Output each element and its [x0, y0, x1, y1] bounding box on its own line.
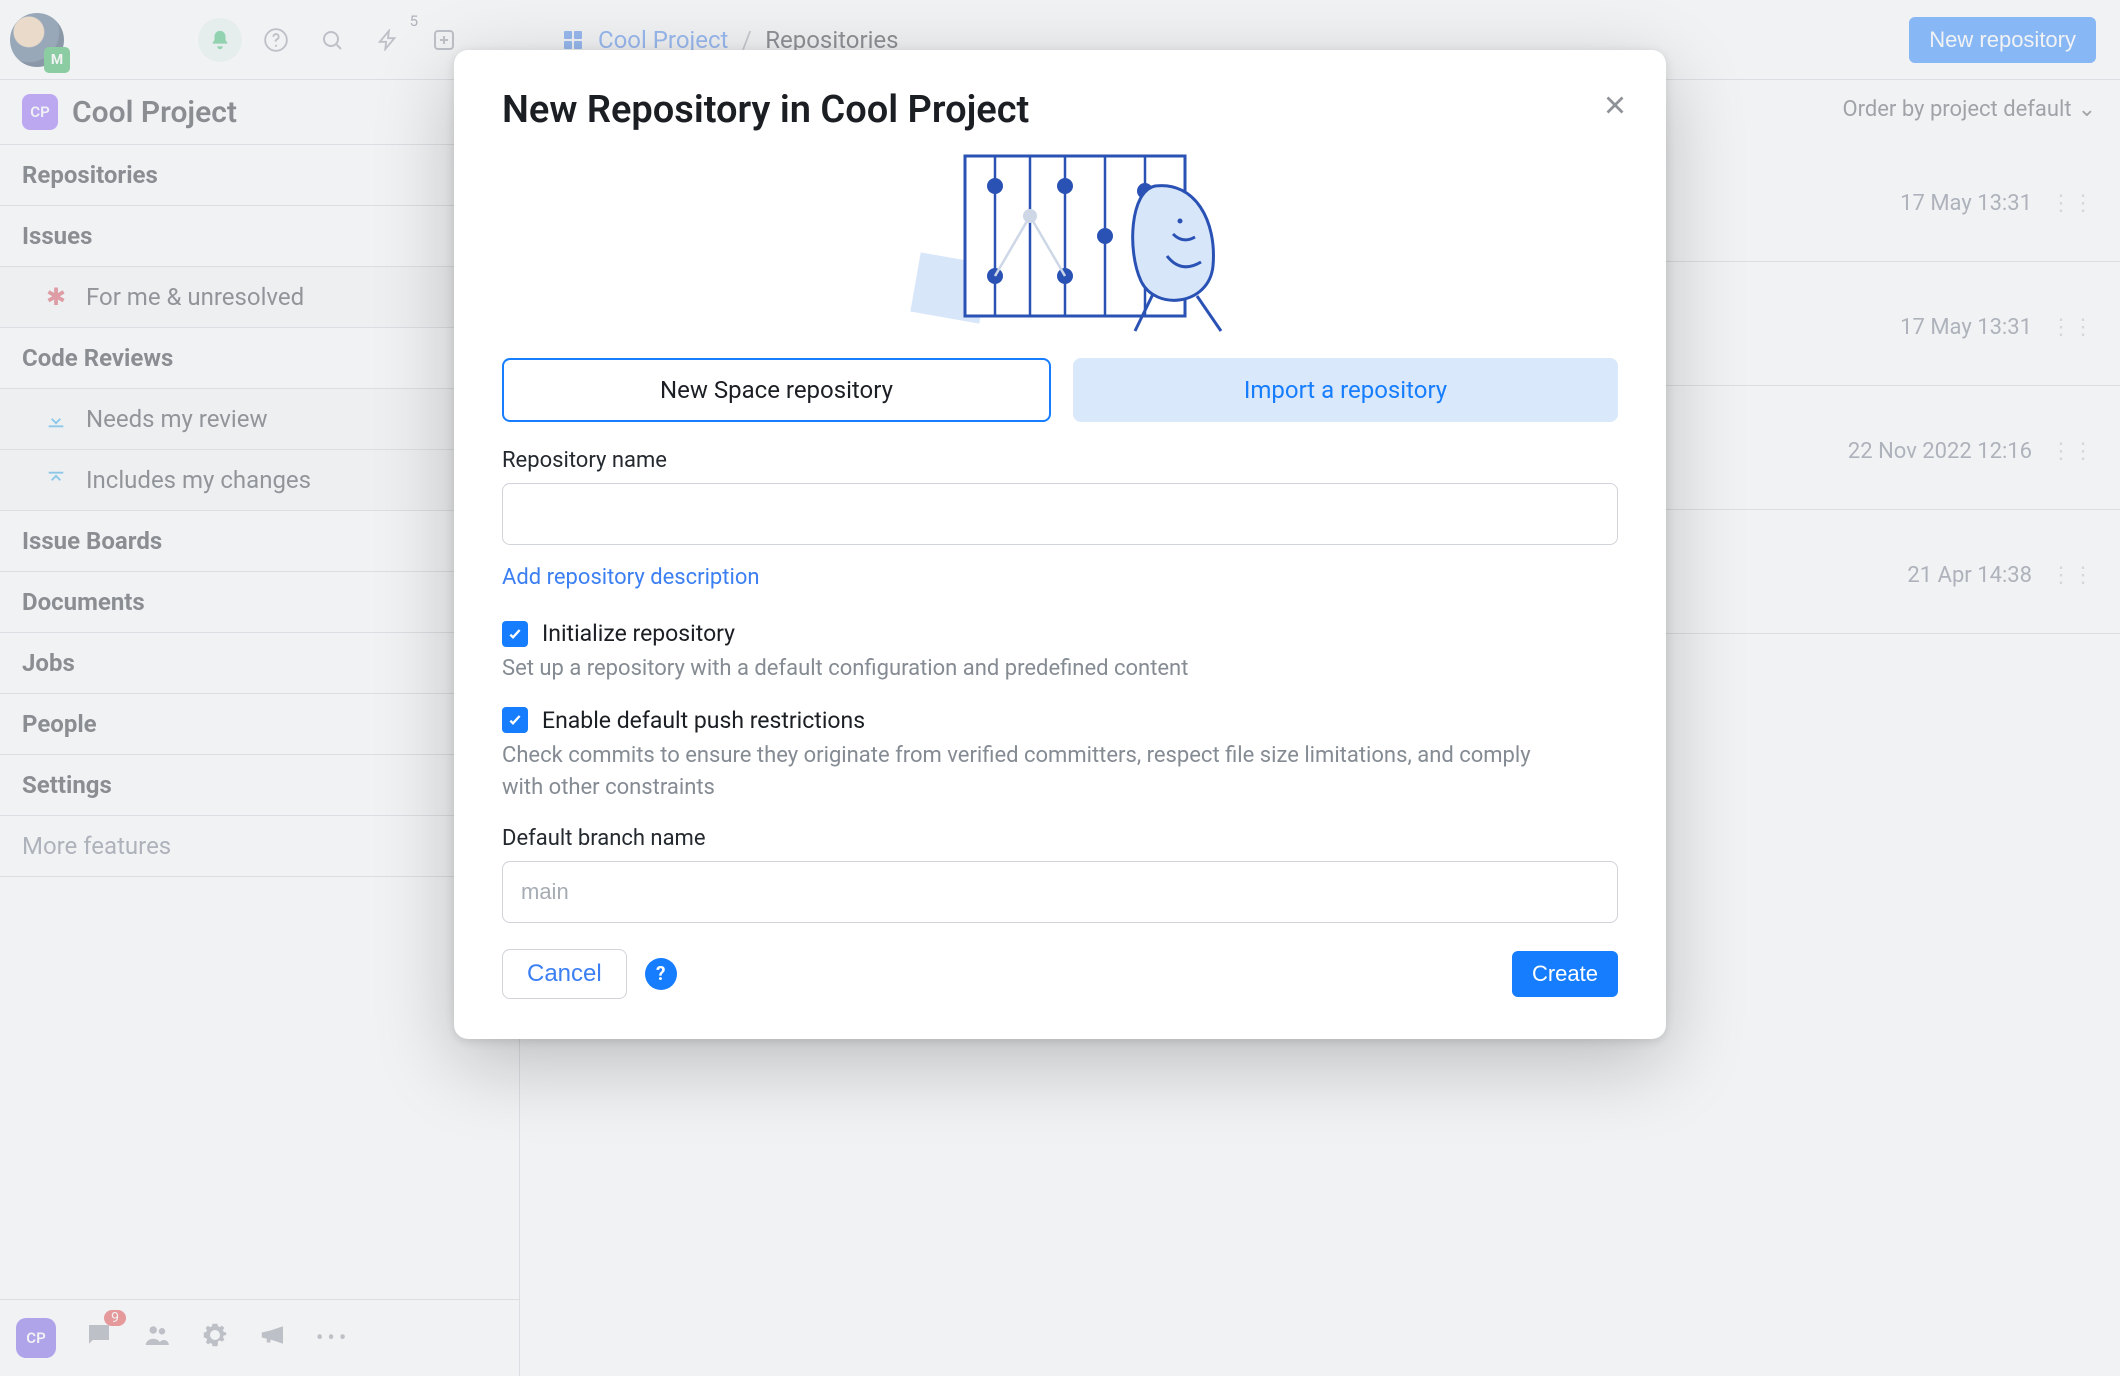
push-restrictions-checkbox-row[interactable]: Enable default push restrictions	[502, 707, 1618, 734]
repo-type-tabs: New Space repository Import a repository	[502, 358, 1618, 422]
create-button[interactable]: Create	[1512, 951, 1618, 997]
cancel-button[interactable]: Cancel	[502, 949, 627, 999]
tab-import-repo[interactable]: Import a repository	[1073, 358, 1618, 422]
close-button[interactable]	[1600, 90, 1630, 126]
checkbox-checked-icon	[502, 707, 528, 733]
dialog-illustration	[502, 146, 1618, 336]
tab-new-space-repo[interactable]: New Space repository	[502, 358, 1051, 422]
branch-name-label: Default branch name	[502, 826, 1618, 851]
push-restrictions-label: Enable default push restrictions	[542, 707, 865, 734]
initialize-helper: Set up a repository with a default confi…	[502, 653, 1562, 685]
new-repository-dialog: New Repository in Cool Project	[454, 50, 1666, 1039]
initialize-label: Initialize repository	[542, 620, 735, 647]
branch-name-input[interactable]	[502, 861, 1618, 923]
push-restrictions-helper: Check commits to ensure they originate f…	[502, 740, 1562, 804]
repo-name-label: Repository name	[502, 448, 1618, 473]
close-icon	[1600, 90, 1630, 120]
add-description-link[interactable]: Add repository description	[502, 565, 760, 590]
repo-name-input[interactable]	[502, 483, 1618, 545]
dialog-help-button[interactable]: ?	[645, 958, 677, 990]
initialize-checkbox-row[interactable]: Initialize repository	[502, 620, 1618, 647]
dialog-title: New Repository in Cool Project	[502, 88, 1618, 132]
checkbox-checked-icon	[502, 621, 528, 647]
